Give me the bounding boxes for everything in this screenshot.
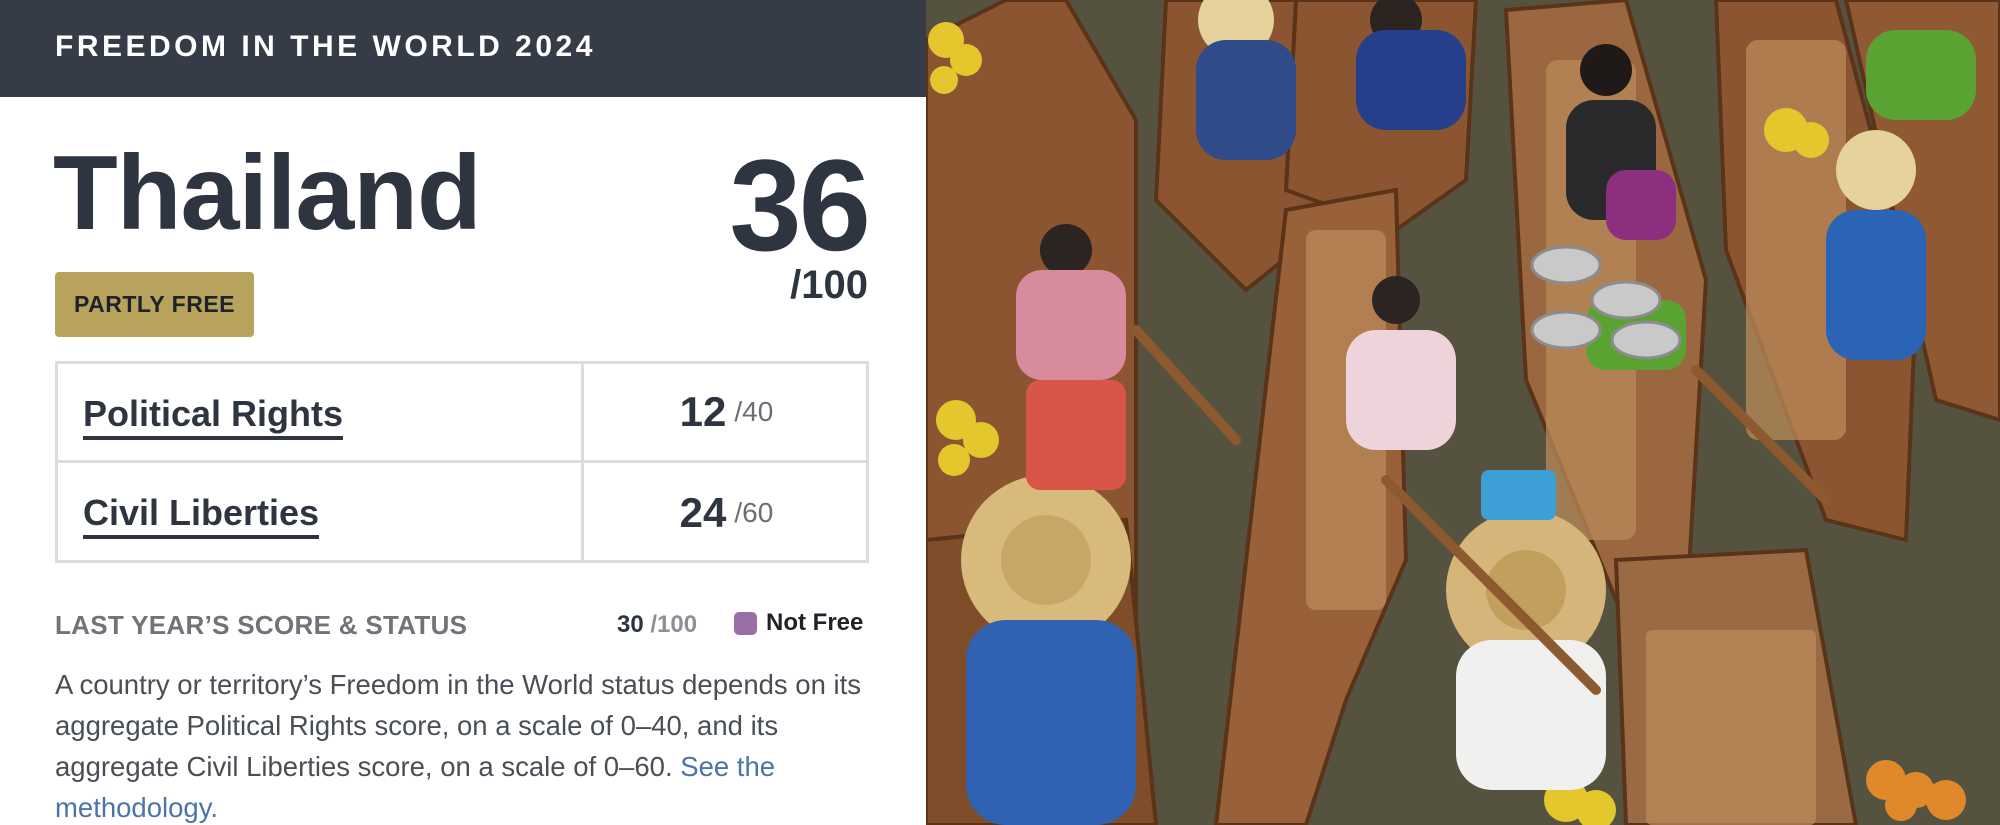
political-rights-denominator: /40: [734, 396, 774, 427]
political-rights-link[interactable]: Political Rights: [83, 394, 344, 440]
score-cell: 24 /60: [587, 463, 866, 562]
country-name: Thailand: [53, 134, 482, 252]
score-cell: 12 /40: [587, 364, 866, 460]
last-year-score: 30: [617, 611, 644, 638]
category-cell: Civil Liberties: [58, 463, 584, 562]
civil-liberties-link[interactable]: Civil Liberties: [83, 493, 320, 539]
not-free-status-icon: [734, 612, 757, 635]
table-row: Political Rights 12 /40: [58, 364, 866, 463]
floating-market-photo: [926, 0, 2000, 825]
floating-market-photo-illustration: [926, 0, 2000, 825]
political-rights-score: 12: [679, 388, 727, 435]
report-title: FREEDOM IN THE WORLD 2024: [55, 30, 596, 63]
scores-table: Political Rights 12 /40 Civil Liberties …: [55, 361, 869, 563]
table-row: Civil Liberties 24 /60: [58, 463, 866, 562]
civil-liberties-denominator: /60: [734, 496, 774, 528]
status-badge: PARTLY FREE: [55, 272, 254, 337]
last-year-score-denominator: /100: [650, 611, 698, 638]
status-description: A country or territory’s Freedom in the …: [55, 664, 875, 825]
header-bar: FREEDOM IN THE WORLD 2024: [0, 0, 926, 97]
country-panel: FREEDOM IN THE WORLD 2024 Thailand 36 /1…: [0, 0, 926, 825]
total-score: 36: [729, 132, 871, 278]
last-year-status: Not Free: [766, 609, 864, 636]
last-year-score-group: 30 /100: [617, 611, 697, 639]
total-score-denominator: /100: [790, 263, 868, 307]
category-cell: Political Rights: [58, 364, 584, 460]
civil-liberties-score: 24: [679, 488, 727, 536]
last-year-label: LAST YEAR’S SCORE & STATUS: [55, 610, 468, 640]
